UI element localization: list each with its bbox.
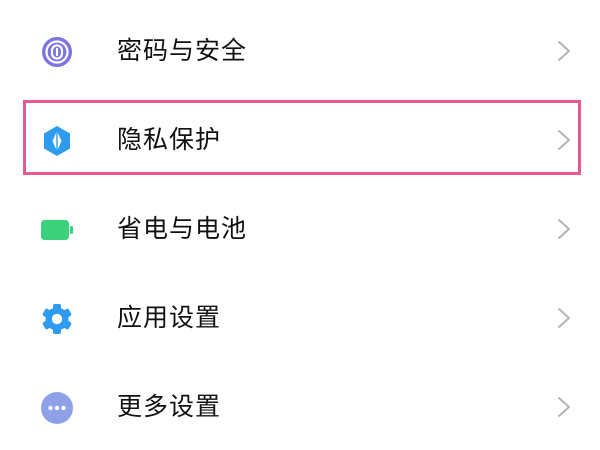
settings-item-label: 省电与电池 bbox=[117, 214, 248, 243]
chevron-right-icon bbox=[556, 39, 572, 63]
chevron-right-icon bbox=[556, 395, 572, 419]
gear-icon bbox=[40, 302, 74, 336]
settings-item-password-security[interactable]: 密码与安全 bbox=[0, 19, 600, 83]
privacy-shield-icon bbox=[40, 124, 74, 158]
fingerprint-icon bbox=[40, 35, 74, 69]
settings-item-label: 应用设置 bbox=[117, 303, 222, 332]
chevron-right-icon bbox=[556, 128, 572, 152]
settings-item-app-settings[interactable]: 应用设置 bbox=[0, 286, 600, 350]
settings-item-privacy-protection[interactable]: 隐私保护 bbox=[0, 108, 600, 172]
chevron-right-icon bbox=[556, 217, 572, 241]
settings-list: 密码与安全 隐私保护 省电与电池 应用设置 更多设置 bbox=[0, 0, 600, 450]
settings-item-more-settings[interactable]: 更多设置 bbox=[0, 375, 600, 439]
battery-icon bbox=[40, 213, 74, 247]
settings-item-label: 密码与安全 bbox=[117, 36, 248, 65]
more-dots-icon bbox=[40, 391, 74, 425]
settings-item-power-battery[interactable]: 省电与电池 bbox=[0, 197, 600, 261]
settings-item-label: 隐私保护 bbox=[117, 125, 222, 154]
settings-item-label: 更多设置 bbox=[117, 392, 222, 421]
chevron-right-icon bbox=[556, 306, 572, 330]
